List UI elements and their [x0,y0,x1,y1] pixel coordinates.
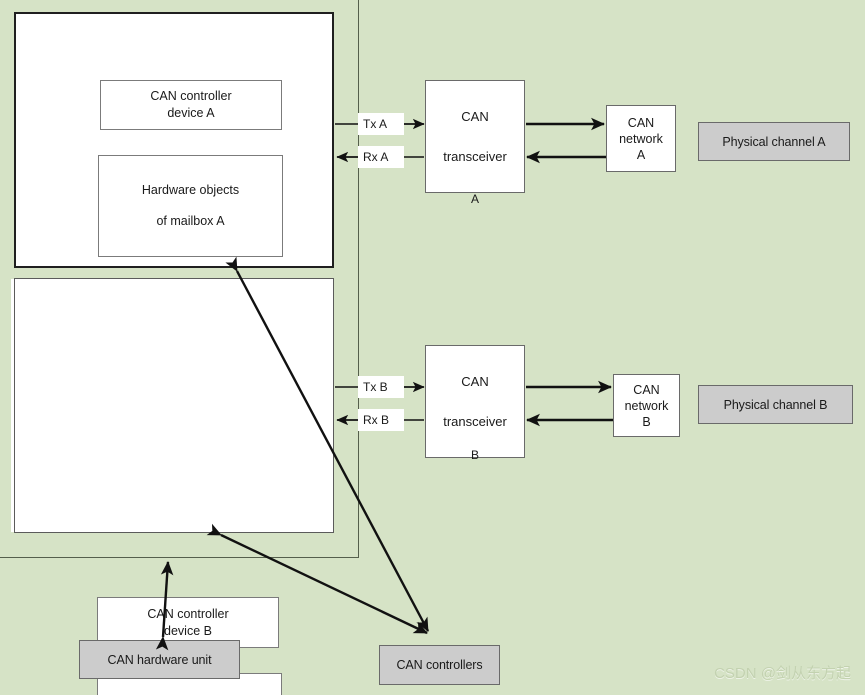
signal-label-rx-b: Rx B [358,409,404,431]
physical-channel-b-label: Physical channel B [698,385,853,424]
can-transceiver-a-line1: CAN [461,108,489,124]
can-transceiver-b-suffix: B [470,448,479,462]
can-controller-device-a-line1: CAN controller [150,89,232,103]
can-transceiver-b-line1: CAN [461,373,489,389]
can-hardware-unit-label: CAN hardware unit [79,640,240,679]
can-network-a-line2: network [619,131,663,146]
can-network-b-line1: CAN [633,382,660,397]
can-network-b-line2: network [624,398,669,413]
can-transceiver-a-suffix: A [470,192,479,206]
can-controllers-label: CAN controllers [379,645,500,685]
can-network-a-line3: A [636,147,646,162]
mailbox-a-line1: Hardware objects [141,183,240,197]
can-network-a-box: CAN network A [606,105,676,172]
signal-label-tx-b: Tx B [358,376,404,398]
can-controller-device-a-box: CAN controller device A [100,80,282,130]
can-transceiver-b-box: CAN transceiver [425,345,525,458]
can-controller-unit-a: CAN controller device A Hardware objects… [14,12,334,268]
can-controller-device-b-line1: CAN controller [147,606,229,621]
can-controller-unit-b: CAN controller device B Hardware objects… [14,278,334,695]
physical-channel-a-label: Physical channel A [698,122,850,161]
can-network-a-line1: CAN [627,115,655,130]
diagram-canvas: CAN controller device A Hardware objects… [0,0,865,695]
can-network-b-line3: B [642,414,651,429]
signal-label-rx-a: Rx A [358,146,404,168]
mailbox-a-line2: of mailbox A [156,214,225,228]
hardware-objects-mailbox-a-box: Hardware objects of mailbox A [98,155,283,257]
can-transceiver-a-line2: transceiver [443,148,507,164]
can-transceiver-b-line2: transceiver [443,413,507,429]
can-network-b-box: CAN network B [613,374,680,437]
csdn-watermark: CSDN @剑从东方起 [714,665,851,682]
can-controller-device-a-line2: device A [167,106,215,120]
can-controller-device-b-line2: device B [164,623,212,638]
signal-label-tx-a: Tx A [358,113,404,135]
can-transceiver-a-box: CAN transceiver [425,80,525,193]
